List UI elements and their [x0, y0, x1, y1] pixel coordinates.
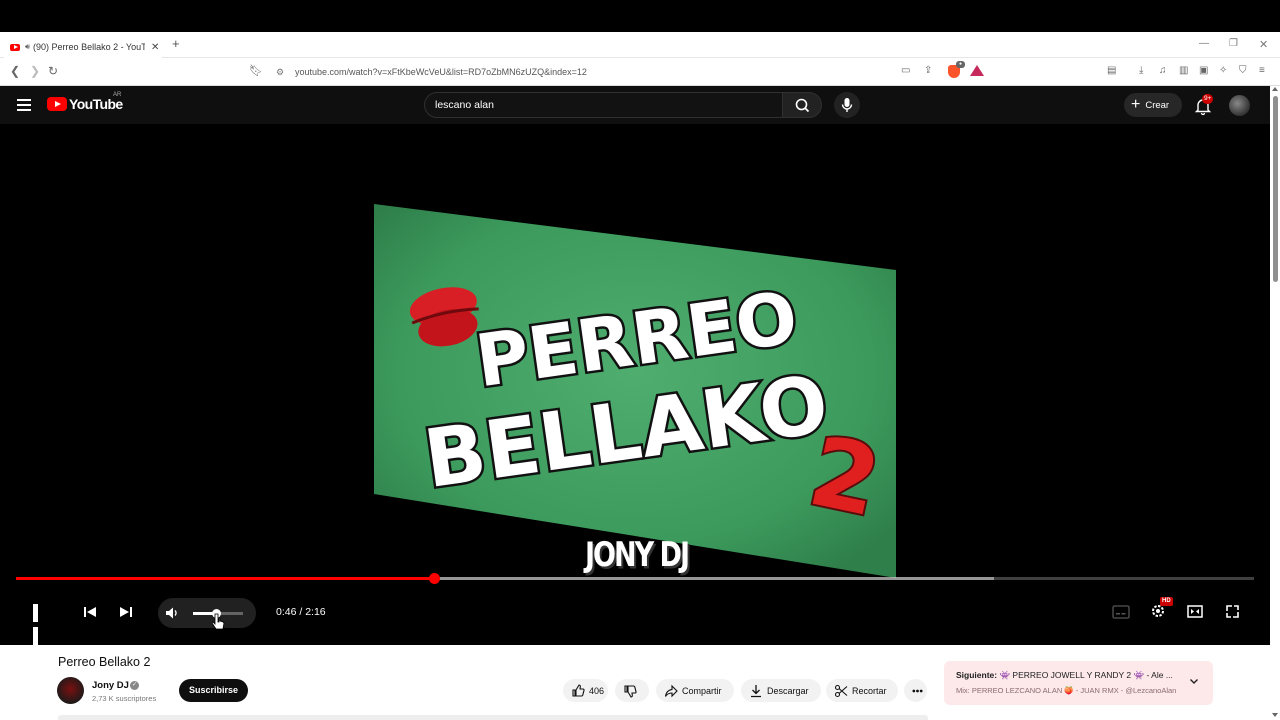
menu-icon[interactable]: ≡ — [1259, 65, 1265, 76]
vpn-shield-icon[interactable]: ⛉ — [1239, 65, 1247, 76]
leo-ai-icon[interactable]: ✧ — [1219, 65, 1227, 76]
close-window-button[interactable]: ✕ — [1259, 38, 1268, 51]
os-title-area — [0, 0, 1280, 32]
progress-bar[interactable] — [16, 573, 1254, 584]
plus-icon: + — [1131, 96, 1141, 113]
browser-tab-strip: 🔊︎ (90) Perreo Bellako 2 - YouTube ✕ — [0, 32, 1280, 58]
hamburger-menu-icon[interactable] — [17, 99, 31, 114]
share-page-icon[interactable]: ⇪ — [924, 65, 932, 76]
voice-search-button[interactable] — [834, 92, 860, 118]
youtube-logo[interactable]: YouTube AR — [47, 92, 123, 112]
download-icon — [751, 684, 761, 697]
up-next-title: 👾 PERREO JOWELL Y RANDY 2 👾 - Ale ... — [999, 670, 1173, 680]
create-label: Crear — [1145, 99, 1170, 111]
video-player[interactable]: PERREO BELLAKO 2 JONY DJ 0:46 / 2:16 HD — [0, 124, 1270, 645]
sidebar-icon[interactable]: ▥ — [1179, 65, 1188, 76]
clip-button[interactable]: Recortar — [826, 679, 898, 702]
time-display: 0:46 / 2:16 — [276, 606, 326, 618]
scissors-icon — [834, 684, 848, 697]
page-scrollbar[interactable] — [1270, 86, 1280, 720]
hd-badge: HD — [1160, 597, 1173, 606]
video-frame: PERREO BELLAKO 2 — [374, 204, 896, 578]
notifications-button[interactable]: 9+ — [1193, 94, 1214, 116]
download-label: Descargar — [767, 685, 809, 696]
tab-title: (90) Perreo Bellako 2 - YouTube — [33, 42, 146, 52]
verified-icon: ✓ — [130, 681, 139, 690]
url-text: youtube.com/watch?v=xFtKbeWcVeU&list=RD7… — [295, 67, 587, 77]
thumbs-down-icon — [624, 684, 637, 698]
subscribe-button[interactable]: Suscribirse — [179, 679, 248, 702]
browser-tab[interactable]: 🔊︎ (90) Perreo Bellako 2 - YouTube ✕ — [4, 36, 162, 58]
address-bar[interactable]: youtube.com/watch?v=xFtKbeWcVeU&list=RD7… — [268, 62, 990, 82]
search-input[interactable]: lescano alan — [424, 92, 782, 118]
browser-toolbar: ❮ ❯ ↻ 🔖︎ youtube.com/watch?v=xFtKbeWcVeU… — [0, 58, 1280, 86]
like-button[interactable]: 406 — [563, 679, 608, 702]
account-avatar[interactable] — [1229, 95, 1250, 116]
audio-playing-icon[interactable]: 🔊︎ — [25, 42, 30, 52]
restore-button[interactable]: ❐ — [1229, 38, 1238, 49]
youtube-favicon-icon — [10, 43, 20, 51]
microphone-icon — [841, 98, 853, 112]
create-button[interactable]: + Crear — [1124, 93, 1182, 117]
clip-label: Recortar — [852, 685, 887, 696]
channel-avatar[interactable] — [57, 677, 84, 704]
bookmark-icon[interactable]: 🔖︎ — [249, 64, 263, 77]
logo-wordmark: YouTube — [69, 96, 123, 112]
reader-icon[interactable]: ▤ — [1107, 65, 1116, 76]
volume-icon[interactable] — [165, 606, 179, 620]
theater-mode-icon[interactable] — [1187, 605, 1203, 618]
youtube-header: YouTube AR lescano alan + Crear 9+ — [0, 86, 1270, 124]
media-icon[interactable]: ♫ — [1159, 65, 1167, 76]
country-code: AR — [113, 92, 122, 98]
brave-shields-icon[interactable]: ● — [948, 61, 965, 78]
dislike-button[interactable] — [615, 679, 649, 702]
subtitles-icon[interactable] — [1112, 605, 1130, 619]
video-details: Perreo Bellako 2 Jony DJ ✓ 2,73 K suscri… — [0, 645, 1270, 720]
next-button[interactable] — [118, 604, 134, 620]
downloads-icon[interactable]: ⤓ — [1139, 65, 1143, 76]
cast-icon[interactable]: ▭ — [901, 65, 910, 76]
scroll-down-arrow-icon[interactable] — [1272, 713, 1278, 717]
tab-close-icon[interactable]: ✕ — [151, 42, 159, 53]
mouse-cursor-icon — [211, 613, 225, 630]
previous-button[interactable] — [82, 604, 98, 620]
more-dots-icon — [912, 689, 923, 692]
share-label: Compartir — [682, 685, 722, 696]
search-icon — [795, 98, 810, 113]
new-tab-button[interactable]: + — [172, 36, 180, 51]
share-icon — [664, 684, 678, 697]
minimize-button[interactable]: — — [1199, 38, 1209, 49]
played-bar — [16, 577, 435, 580]
chevron-down-icon[interactable] — [1189, 676, 1199, 686]
share-button[interactable]: Compartir — [656, 679, 734, 702]
subscriber-count: 2,73 K suscriptores — [92, 694, 157, 703]
volume-control[interactable] — [158, 598, 256, 628]
back-icon[interactable]: ❮ — [10, 64, 20, 78]
search-button[interactable] — [782, 92, 822, 118]
pause-icon — [33, 604, 38, 622]
like-count: 406 — [589, 685, 605, 696]
scroll-up-arrow-icon[interactable] — [1272, 87, 1278, 91]
up-next-card[interactable]: Siguiente: 👾 PERREO JOWELL Y RANDY 2 👾 -… — [944, 661, 1213, 705]
forward-icon[interactable]: ❯ — [30, 64, 40, 78]
video-title: Perreo Bellako 2 — [58, 655, 151, 669]
up-next-prefix: Siguiente: — [956, 670, 998, 680]
description-box-edge — [58, 715, 928, 720]
reload-icon[interactable]: ↻ — [48, 64, 58, 78]
thumbs-up-icon — [572, 683, 585, 697]
site-info-icon[interactable]: ⚙ — [276, 67, 284, 78]
up-next-title-line: Siguiente: 👾 PERREO JOWELL Y RANDY 2 👾 -… — [956, 670, 1180, 681]
brave-rewards-icon[interactable] — [970, 65, 984, 76]
scrollbar-thumb[interactable] — [1273, 96, 1278, 282]
wallet-icon[interactable]: ▣ — [1199, 65, 1208, 76]
more-actions-button[interactable] — [904, 679, 927, 702]
channel-name[interactable]: Jony DJ — [92, 680, 129, 691]
fullscreen-icon[interactable] — [1225, 604, 1240, 619]
overlay-artist-text: JONY DJ — [585, 536, 690, 575]
download-button[interactable]: Descargar — [741, 679, 821, 702]
youtube-play-logo-icon — [47, 97, 67, 111]
up-next-mix: Mix: PERREO LEZCANO ALAN 🍑 - JUAN RMX - … — [956, 686, 1177, 695]
pause-button[interactable] — [33, 604, 49, 645]
